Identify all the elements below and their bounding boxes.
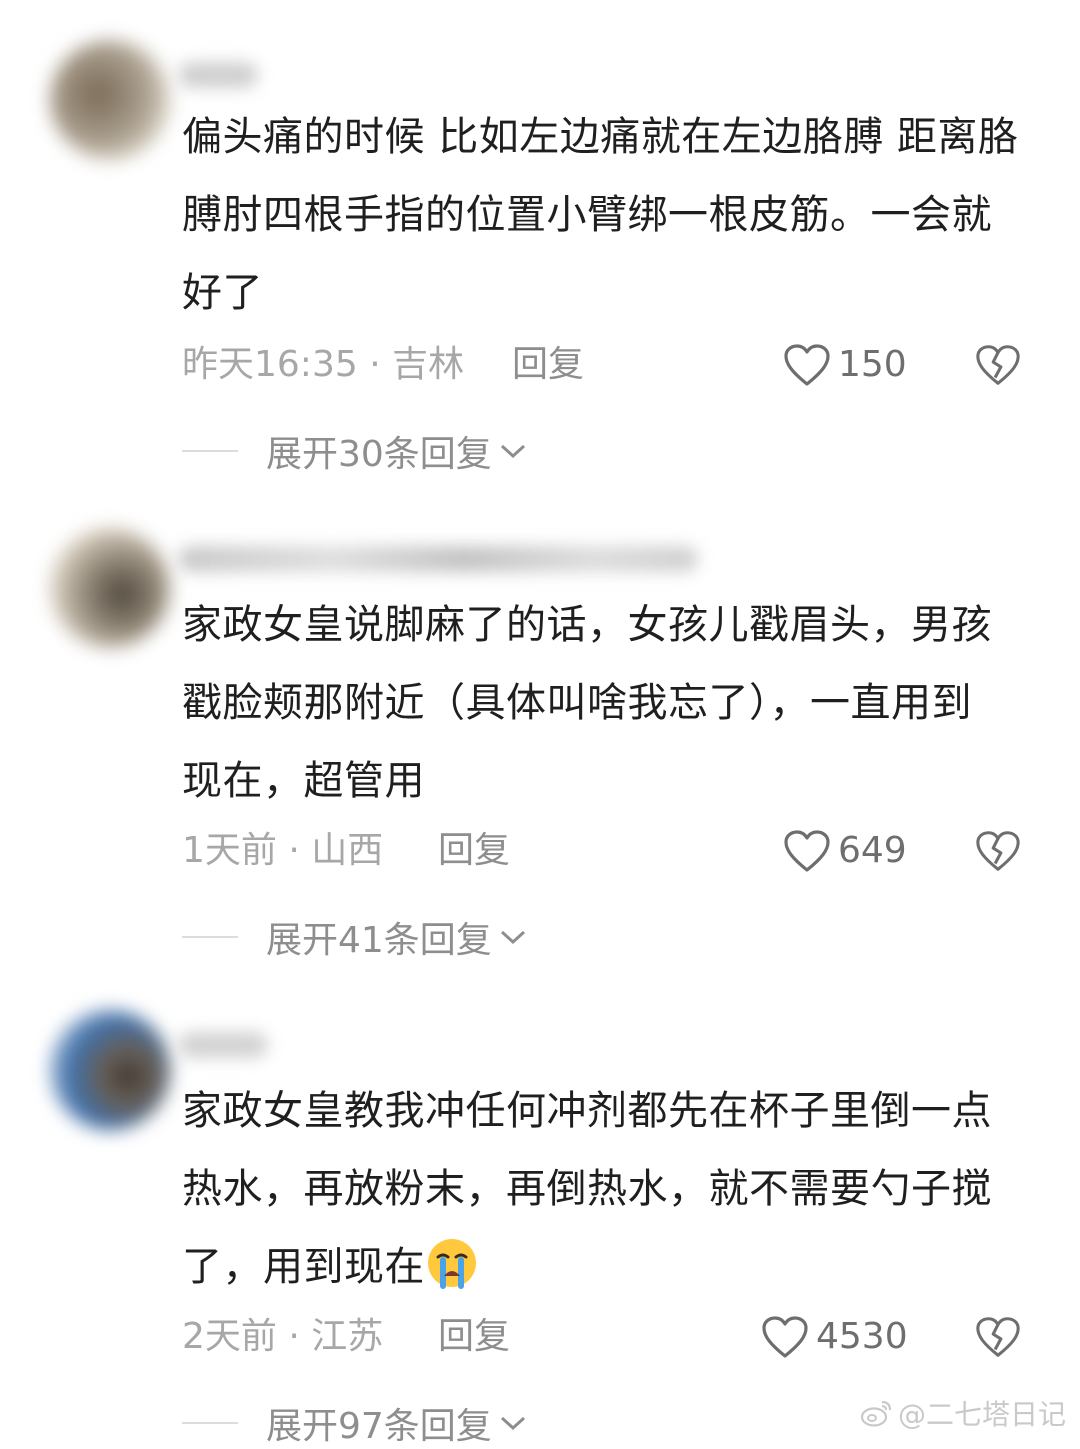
broken-heart-icon[interactable] [974,828,1022,874]
avatar[interactable] [50,40,170,160]
like-count: 4530 [816,1316,908,1357]
username[interactable] [178,1032,268,1058]
expand-replies-button[interactable]: 展开41条回复 [182,914,528,961]
heart-outline-icon [784,344,830,386]
like-button[interactable]: 649 [782,826,907,876]
comment-timestamp: 昨天16:35 · 吉林 [182,344,465,385]
heart-outline-icon [784,830,830,872]
crying-face-emoji-icon [428,1239,476,1289]
watermark-text: @二七塔日记 [897,1398,1066,1431]
like-button[interactable]: 4530 [760,1312,908,1362]
divider [182,450,238,452]
like-count: 150 [838,344,907,385]
username[interactable] [178,546,698,572]
comment-text-content: 家政女皇教我冲任何冲剂都先在杯子里倒一点热水，再放粉末，再倒热水，就不需要勺子搅… [182,1088,992,1290]
expand-replies-label: 展开41条回复 [266,920,492,961]
broken-heart-icon[interactable] [974,1314,1022,1360]
weibo-logo-icon [860,1400,892,1427]
divider [182,1422,238,1424]
username[interactable] [178,62,258,88]
comment-text: 偏头痛的时候 比如左边痛就在左边胳膊 距离胳膊肘四根手指的位置小臂绑一根皮筋。一… [182,114,1019,316]
expand-replies-button[interactable]: 展开30条回复 [182,428,528,475]
comment-text: 家政女皇教我冲任何冲剂都先在杯子里倒一点热水，再放粉末，再倒热水，就不需要勺子搅… [182,1072,1002,1306]
reply-button[interactable]: 回复 [512,340,584,390]
comment-text: 家政女皇说脚麻了的话，女孩儿戳眉头，男孩戳脸颊那附近（具体叫啥我忘了），一直用到… [182,602,992,804]
reply-button[interactable]: 回复 [438,1312,510,1362]
chevron-down-icon [500,1416,525,1431]
comment-timestamp: 2天前 · 江苏 [182,1316,384,1357]
watermark: @二七塔日记 [860,1393,1066,1433]
expand-replies-label: 展开30条回复 [266,434,492,475]
divider [182,936,238,938]
chevron-down-icon [500,444,525,459]
avatar[interactable] [50,528,170,648]
like-count: 649 [838,830,907,871]
chevron-down-icon [500,930,525,945]
expand-replies-button[interactable]: 展开97条回复 [182,1400,528,1447]
broken-heart-icon[interactable] [974,342,1022,388]
reply-button[interactable]: 回复 [438,826,510,876]
avatar[interactable] [50,1010,170,1130]
expand-replies-label: 展开97条回复 [266,1406,492,1447]
like-button[interactable]: 150 [782,340,907,390]
comment-timestamp: 1天前 · 山西 [182,830,384,871]
heart-outline-icon [762,1316,808,1358]
